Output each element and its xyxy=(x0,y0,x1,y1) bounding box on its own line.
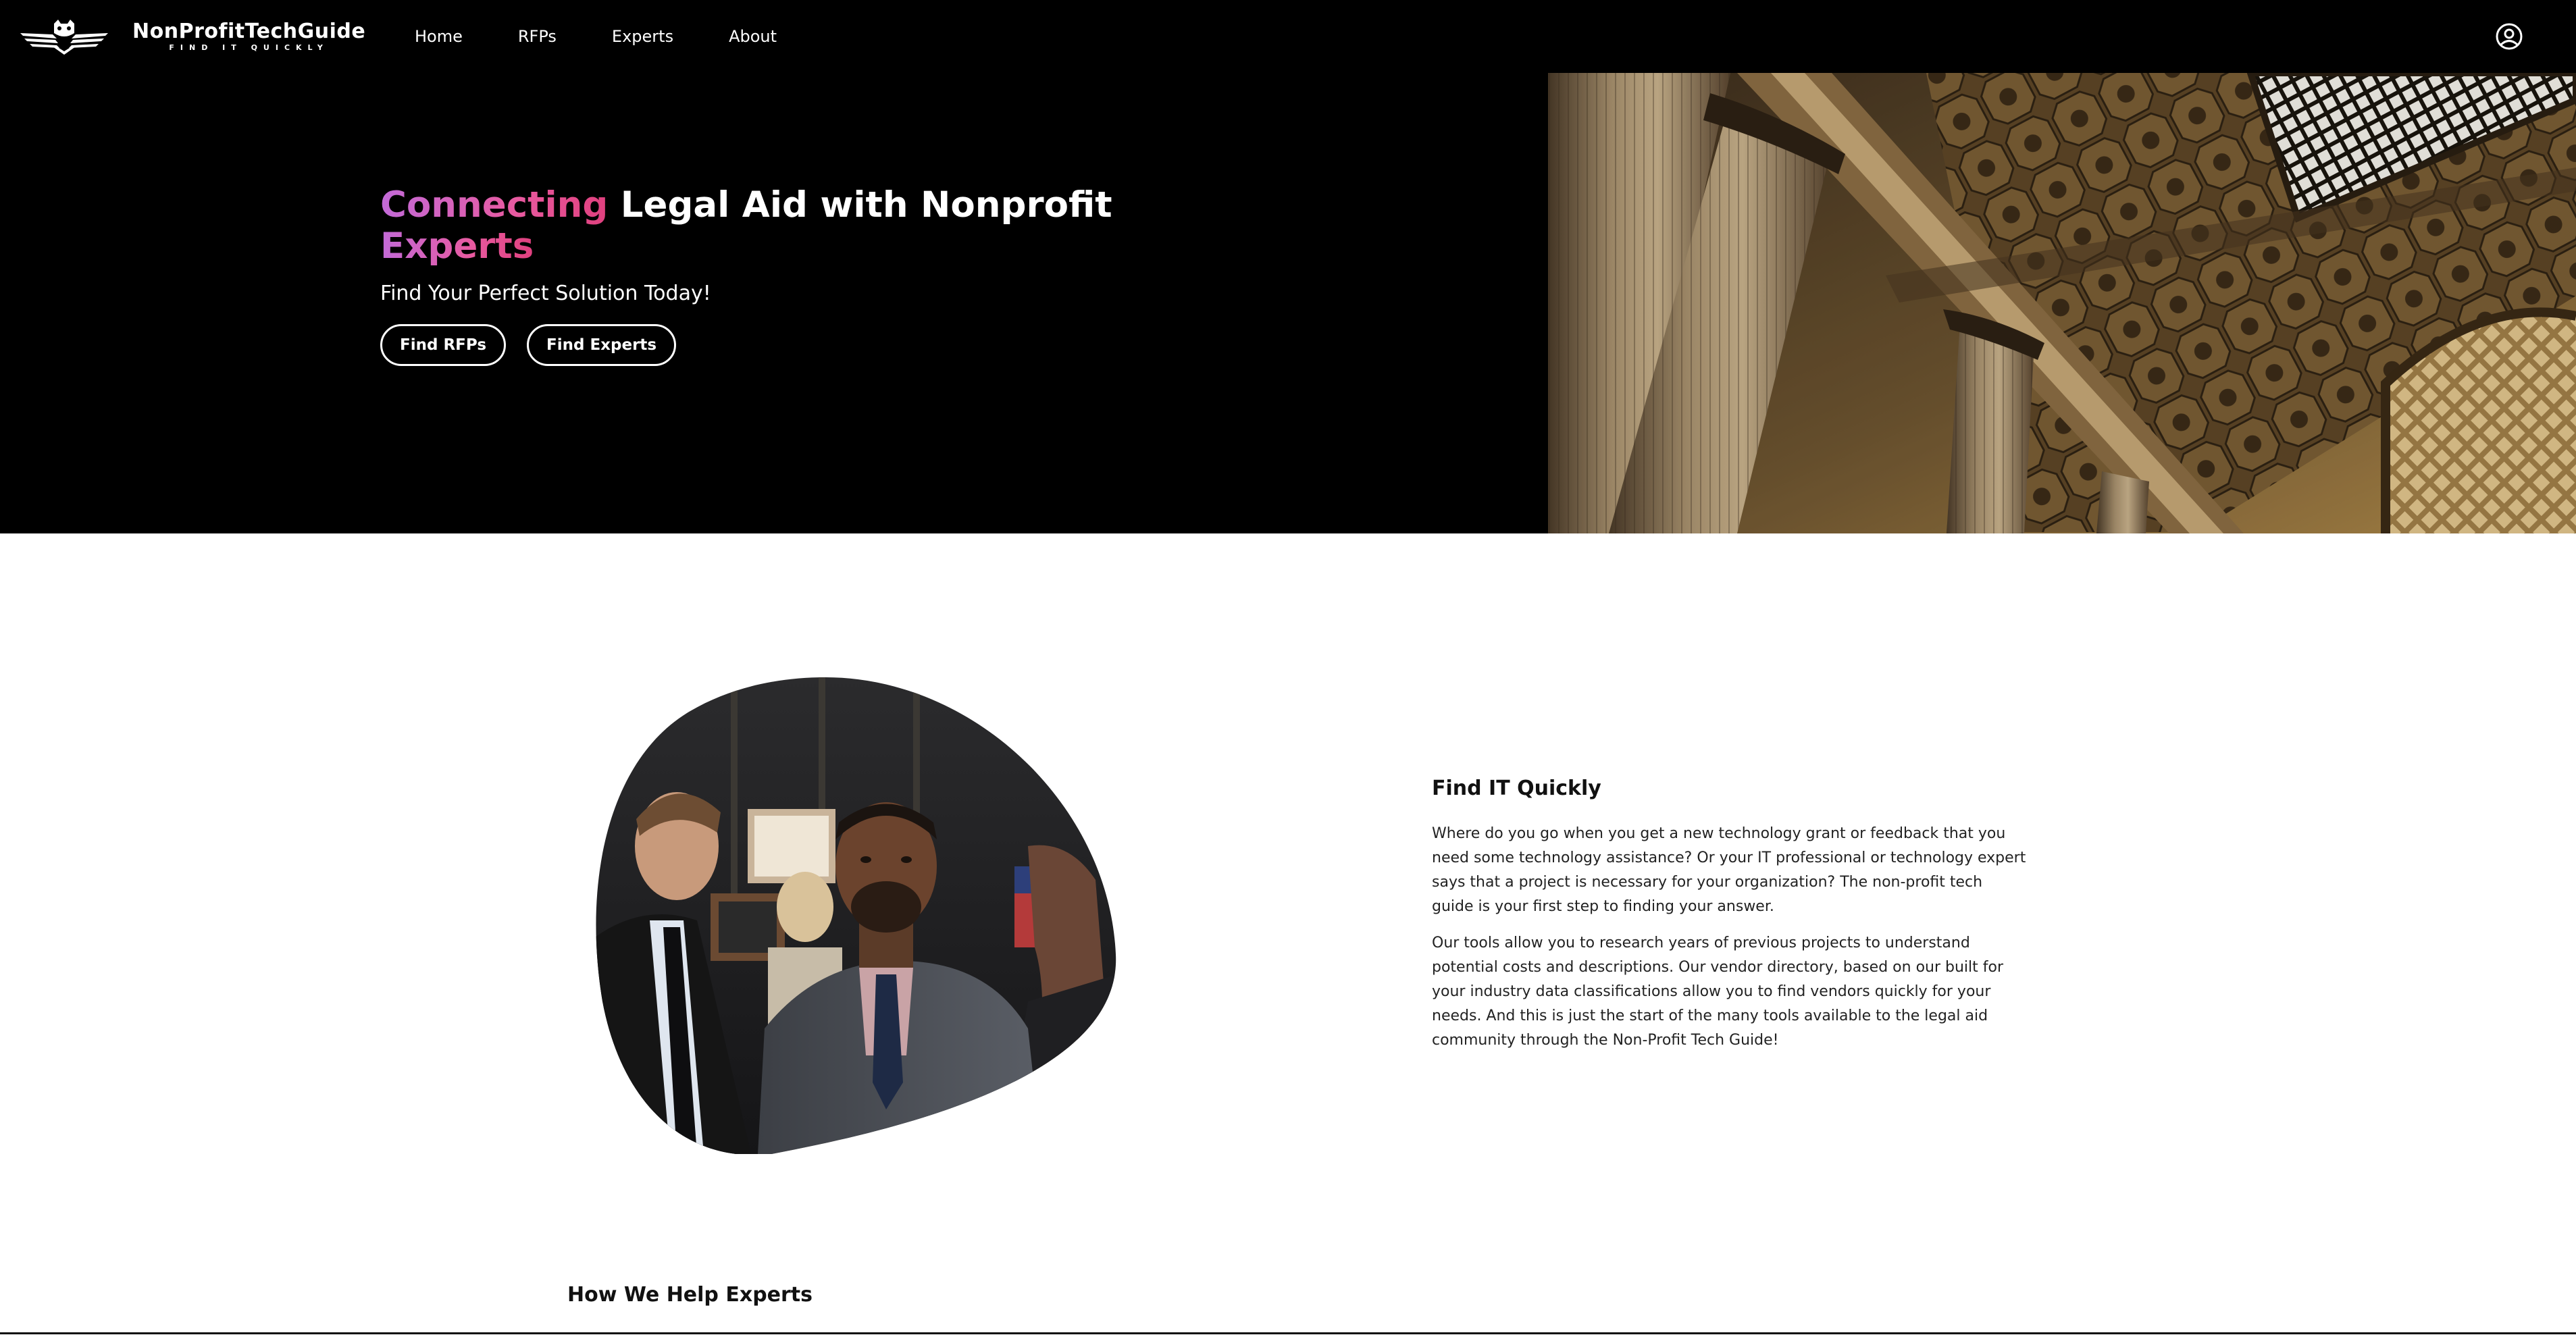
nav-link-about[interactable]: About xyxy=(729,27,777,46)
owl-wings-logo-icon xyxy=(20,20,108,55)
hero-title-middle: Legal Aid with Nonprofit xyxy=(608,184,1112,226)
hero-subtitle: Find Your Perfect Solution Today! xyxy=(380,282,711,305)
find-experts-button[interactable]: Find Experts xyxy=(527,324,677,366)
brand-tagline: FIND IT QUICKLY xyxy=(169,43,329,52)
hero-title: Connecting Legal Aid with Nonprofit Expe… xyxy=(380,184,1123,267)
hero-section: Connecting Legal Aid with Nonprofit Expe… xyxy=(0,73,2576,533)
hero-actions: Find RFPs Find Experts xyxy=(380,324,1123,366)
find-rfps-button[interactable]: Find RFPs xyxy=(380,324,507,366)
nav-link-experts[interactable]: Experts xyxy=(612,27,673,46)
how-we-help-experts-heading: How We Help Experts xyxy=(567,1283,813,1307)
feature-title: Find IT Quickly xyxy=(1432,777,1601,800)
section-divider xyxy=(0,1332,2576,1334)
feature-paragraph-1: Where do you go when you get a new techn… xyxy=(1432,825,2026,915)
brand-name: NonProfitTechGuide xyxy=(132,20,366,43)
hero-title-highlight-connecting: Connecting xyxy=(380,184,609,226)
hero-content: Connecting Legal Aid with Nonprofit Expe… xyxy=(380,184,1123,366)
professionals-meeting-photo xyxy=(596,677,1116,1154)
feature-paragraph-2: Our tools allow you to research years of… xyxy=(1432,935,2004,1049)
nav-link-rfps[interactable]: RFPs xyxy=(518,27,557,46)
hero-title-highlight-experts: Experts xyxy=(380,226,534,267)
courthouse-columns-photo xyxy=(1548,73,2576,533)
top-navbar: NonProfitTechGuide FIND IT QUICKLY Home … xyxy=(0,0,2576,73)
brand-text: NonProfitTechGuide FIND IT QUICKLY xyxy=(132,20,365,53)
main-nav: Home RFPs Experts About xyxy=(415,0,777,73)
nav-link-home[interactable]: Home xyxy=(415,27,463,46)
feature-text-block: Find IT Quickly Where do you go when you… xyxy=(1432,777,2026,1053)
brand-logo[interactable]: NonProfitTechGuide FIND IT QUICKLY xyxy=(20,16,365,57)
user-circle-icon[interactable] xyxy=(2495,22,2523,51)
